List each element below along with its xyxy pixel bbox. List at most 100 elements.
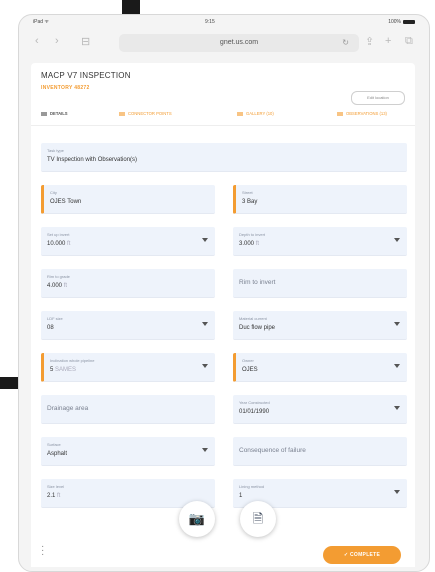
- plus-icon[interactable]: +: [385, 35, 391, 47]
- field-label: Inclination whole pipeline: [50, 358, 95, 363]
- eye-icon: [337, 111, 343, 116]
- field-value: OJES Town: [50, 199, 82, 205]
- chevron-down-icon: [394, 490, 400, 494]
- edit-location-button[interactable]: Edit location: [351, 91, 405, 105]
- bottom-action-bar: · · · ✓ COMPLETE: [31, 535, 415, 567]
- chevron-left-icon[interactable]: ‹: [35, 35, 39, 47]
- field-value: 10.000 ft: [47, 241, 70, 247]
- inventory-subtitle: INVENTORY 48272: [41, 85, 90, 91]
- tab-gallery[interactable]: GALLERY (10): [237, 111, 274, 116]
- connector-icon: [119, 111, 125, 116]
- unit-text: ft: [255, 241, 260, 247]
- material-current-field[interactable]: Material current Duc flow pipe: [233, 311, 407, 340]
- background-shape-left: [0, 377, 18, 389]
- field-value: 3.000 ft: [239, 241, 259, 247]
- field-value: Asphalt: [47, 451, 68, 457]
- field-value: Duc flow pipe: [239, 325, 276, 331]
- street-field[interactable]: Street 3 Bay: [233, 185, 407, 214]
- chevron-down-icon: [202, 238, 208, 242]
- chevron-down-icon: [202, 364, 208, 368]
- chevron-right-icon[interactable]: ›: [55, 35, 59, 47]
- document-icon: 🗎: [252, 511, 264, 526]
- reload-icon[interactable]: ↻: [342, 34, 349, 52]
- chevron-down-icon: [394, 322, 400, 326]
- set-up-invert-field[interactable]: Set up invert 10.000 ft: [41, 227, 215, 256]
- field-label: Owner: [242, 358, 254, 363]
- city-field[interactable]: City OJES Town: [41, 185, 215, 214]
- url-text: gnet.us.com: [219, 39, 259, 46]
- unit-text: ft: [67, 241, 71, 247]
- camera-button[interactable]: 📷: [179, 501, 215, 537]
- field-label: Material current: [239, 316, 267, 321]
- list-icon: [41, 111, 47, 116]
- complete-button[interactable]: ✓ COMPLETE: [323, 546, 401, 564]
- value-text: 10.000: [47, 241, 66, 247]
- field-value: 2.1 ft: [47, 493, 60, 499]
- battery-icon: [403, 19, 415, 24]
- field-label: Year Constructed: [239, 400, 270, 405]
- field-value: 01/01/1990: [239, 409, 270, 415]
- field-placeholder: Consequence of failure: [239, 447, 306, 454]
- task-type-field[interactable]: Task type TV Inspection with Observation…: [41, 143, 407, 172]
- field-label: Surface: [47, 442, 61, 447]
- value-text: 5: [50, 367, 54, 373]
- field-label: Set up invert: [47, 232, 70, 237]
- field-label: Task type: [47, 148, 64, 153]
- ldf-size-field[interactable]: LDF size 08: [41, 311, 215, 340]
- field-value: OJES: [242, 367, 258, 373]
- field-value: 3 Bay: [242, 199, 258, 205]
- depth-to-invert-field[interactable]: Depth to invert 3.000 ft: [233, 227, 407, 256]
- field-value: 08: [47, 325, 54, 331]
- tab-label: GALLERY (10): [246, 111, 274, 116]
- tabs-icon[interactable]: ⧉: [405, 35, 413, 48]
- field-label: Rim to grade: [47, 274, 70, 279]
- field-placeholder: Rim to invert: [239, 279, 276, 286]
- year-constructed-field[interactable]: Year Constructed 01/01/1990: [233, 395, 407, 424]
- clock-label: 9:15: [205, 19, 215, 25]
- tab-observations[interactable]: OBSERVATIONS (13): [337, 111, 387, 116]
- field-placeholder: Drainage area: [47, 405, 89, 412]
- owner-field[interactable]: Owner OJES: [233, 353, 407, 382]
- field-label: Street: [242, 190, 253, 195]
- share-icon[interactable]: ⇪: [365, 35, 374, 48]
- rim-to-grade-field[interactable]: Rim to grade 4.000 ft: [41, 269, 215, 298]
- drainage-area-field[interactable]: Drainage area: [41, 395, 215, 424]
- consequence-of-failure-field[interactable]: Consequence of failure: [233, 437, 407, 466]
- tab-connector-points[interactable]: CONNECTOR POINTS: [119, 111, 172, 116]
- field-label: Depth to invert: [239, 232, 266, 237]
- value-text: 3.000: [239, 241, 255, 247]
- more-vertical-icon[interactable]: · · ·: [41, 542, 44, 560]
- browser-toolbar: ‹ › ⊟ gnet.us.com ↻ ⇪ + ⧉: [19, 29, 429, 57]
- tab-details[interactable]: DETAILS: [41, 111, 68, 116]
- field-value: 5 SAMES: [50, 367, 76, 373]
- field-label: LDF size: [47, 316, 63, 321]
- chevron-down-icon: [394, 238, 400, 242]
- tab-label: CONNECTOR POINTS: [128, 111, 172, 116]
- document-button[interactable]: 🗎: [240, 501, 276, 537]
- battery-indicator: 100%: [388, 19, 415, 25]
- book-icon[interactable]: ⊟: [81, 35, 90, 48]
- chevron-down-icon: [394, 406, 400, 410]
- rim-to-invert-field[interactable]: Rim to invert: [233, 269, 407, 298]
- field-value: 1: [239, 493, 243, 499]
- status-bar: iPad ᯤ 9:15 100%: [19, 15, 429, 29]
- chevron-down-icon: [202, 322, 208, 326]
- unit-text: ft: [63, 283, 68, 289]
- address-bar[interactable]: gnet.us.com ↻: [119, 34, 359, 52]
- inclination-field[interactable]: Inclination whole pipeline 5 SAMES: [41, 353, 215, 382]
- chevron-down-icon: [394, 364, 400, 368]
- value-text: 4.000: [47, 283, 63, 289]
- tablet-frame: iPad ᯤ 9:15 100% ‹ › ⊟ gnet.us.com ↻ ⇪ +…: [18, 14, 430, 572]
- field-label: City: [50, 190, 57, 195]
- carrier-label: iPad ᯤ: [33, 19, 49, 25]
- battery-label: 100%: [388, 19, 401, 25]
- field-label: Lining method: [239, 484, 265, 489]
- surface-field[interactable]: Surface Asphalt: [41, 437, 215, 466]
- tab-label: OBSERVATIONS (13): [346, 111, 387, 116]
- field-value: 4.000 ft: [47, 283, 67, 289]
- image-icon: [237, 111, 243, 116]
- camera-icon: 📷: [188, 511, 206, 526]
- chevron-down-icon: [202, 448, 208, 452]
- page-title: MACP V7 INSPECTION: [41, 71, 131, 80]
- unit-text: ft: [57, 493, 61, 499]
